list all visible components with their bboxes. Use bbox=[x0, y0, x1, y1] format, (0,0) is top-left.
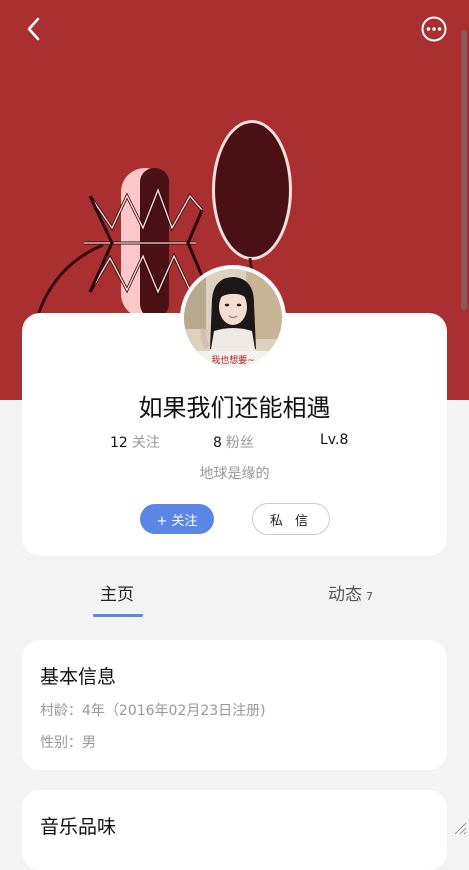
profile-bio: 地球是缘的 bbox=[199, 466, 270, 482]
follow-button[interactable]: + 关注 bbox=[140, 504, 214, 534]
followers-count: 8 bbox=[213, 435, 222, 451]
music-taste-card: 音乐品味 bbox=[22, 790, 447, 870]
message-button[interactable]: 私 信 bbox=[252, 503, 330, 535]
avatar-caption: 我也想要~ bbox=[211, 354, 255, 366]
tab-home[interactable]: 主页 bbox=[100, 580, 134, 605]
gender-row: 性别：男 bbox=[40, 735, 96, 751]
chevron-left-icon bbox=[27, 17, 40, 41]
music-taste-title: 音乐品味 bbox=[40, 816, 117, 838]
tab-feed-label: 动态 bbox=[328, 585, 362, 605]
level-badge: Lv.8 bbox=[320, 432, 348, 448]
more-circle-icon bbox=[421, 16, 447, 42]
tab-feed-count: 7 bbox=[366, 590, 373, 603]
following-label: 关注 bbox=[131, 435, 160, 451]
following-stat[interactable]: 12 关注 bbox=[110, 432, 160, 452]
active-tab-indicator bbox=[93, 614, 143, 617]
village-age-row: 村龄：4年（2016年02月23日注册) bbox=[40, 703, 266, 719]
basic-info-card: 基本信息 村龄：4年（2016年02月23日注册) 性别：男 bbox=[22, 640, 447, 770]
resize-grip-icon[interactable] bbox=[451, 819, 467, 835]
avatar[interactable]: 我也想要~ bbox=[180, 265, 286, 371]
followers-label: 粉丝 bbox=[225, 435, 254, 451]
tab-home-label: 主页 bbox=[100, 585, 134, 605]
following-count: 12 bbox=[110, 435, 128, 451]
profile-name: 如果我们还能相遇 bbox=[138, 394, 331, 422]
scrollbar[interactable] bbox=[461, 30, 467, 310]
more-options-button[interactable] bbox=[419, 14, 449, 44]
basic-info-title: 基本信息 bbox=[40, 666, 117, 688]
avatar-image: 我也想要~ bbox=[184, 269, 282, 367]
tab-feed[interactable]: 动态 7 bbox=[328, 580, 373, 605]
back-button[interactable] bbox=[18, 14, 48, 44]
level-text: Lv.8 bbox=[320, 432, 349, 448]
followers-stat[interactable]: 8 粉丝 bbox=[213, 432, 254, 452]
